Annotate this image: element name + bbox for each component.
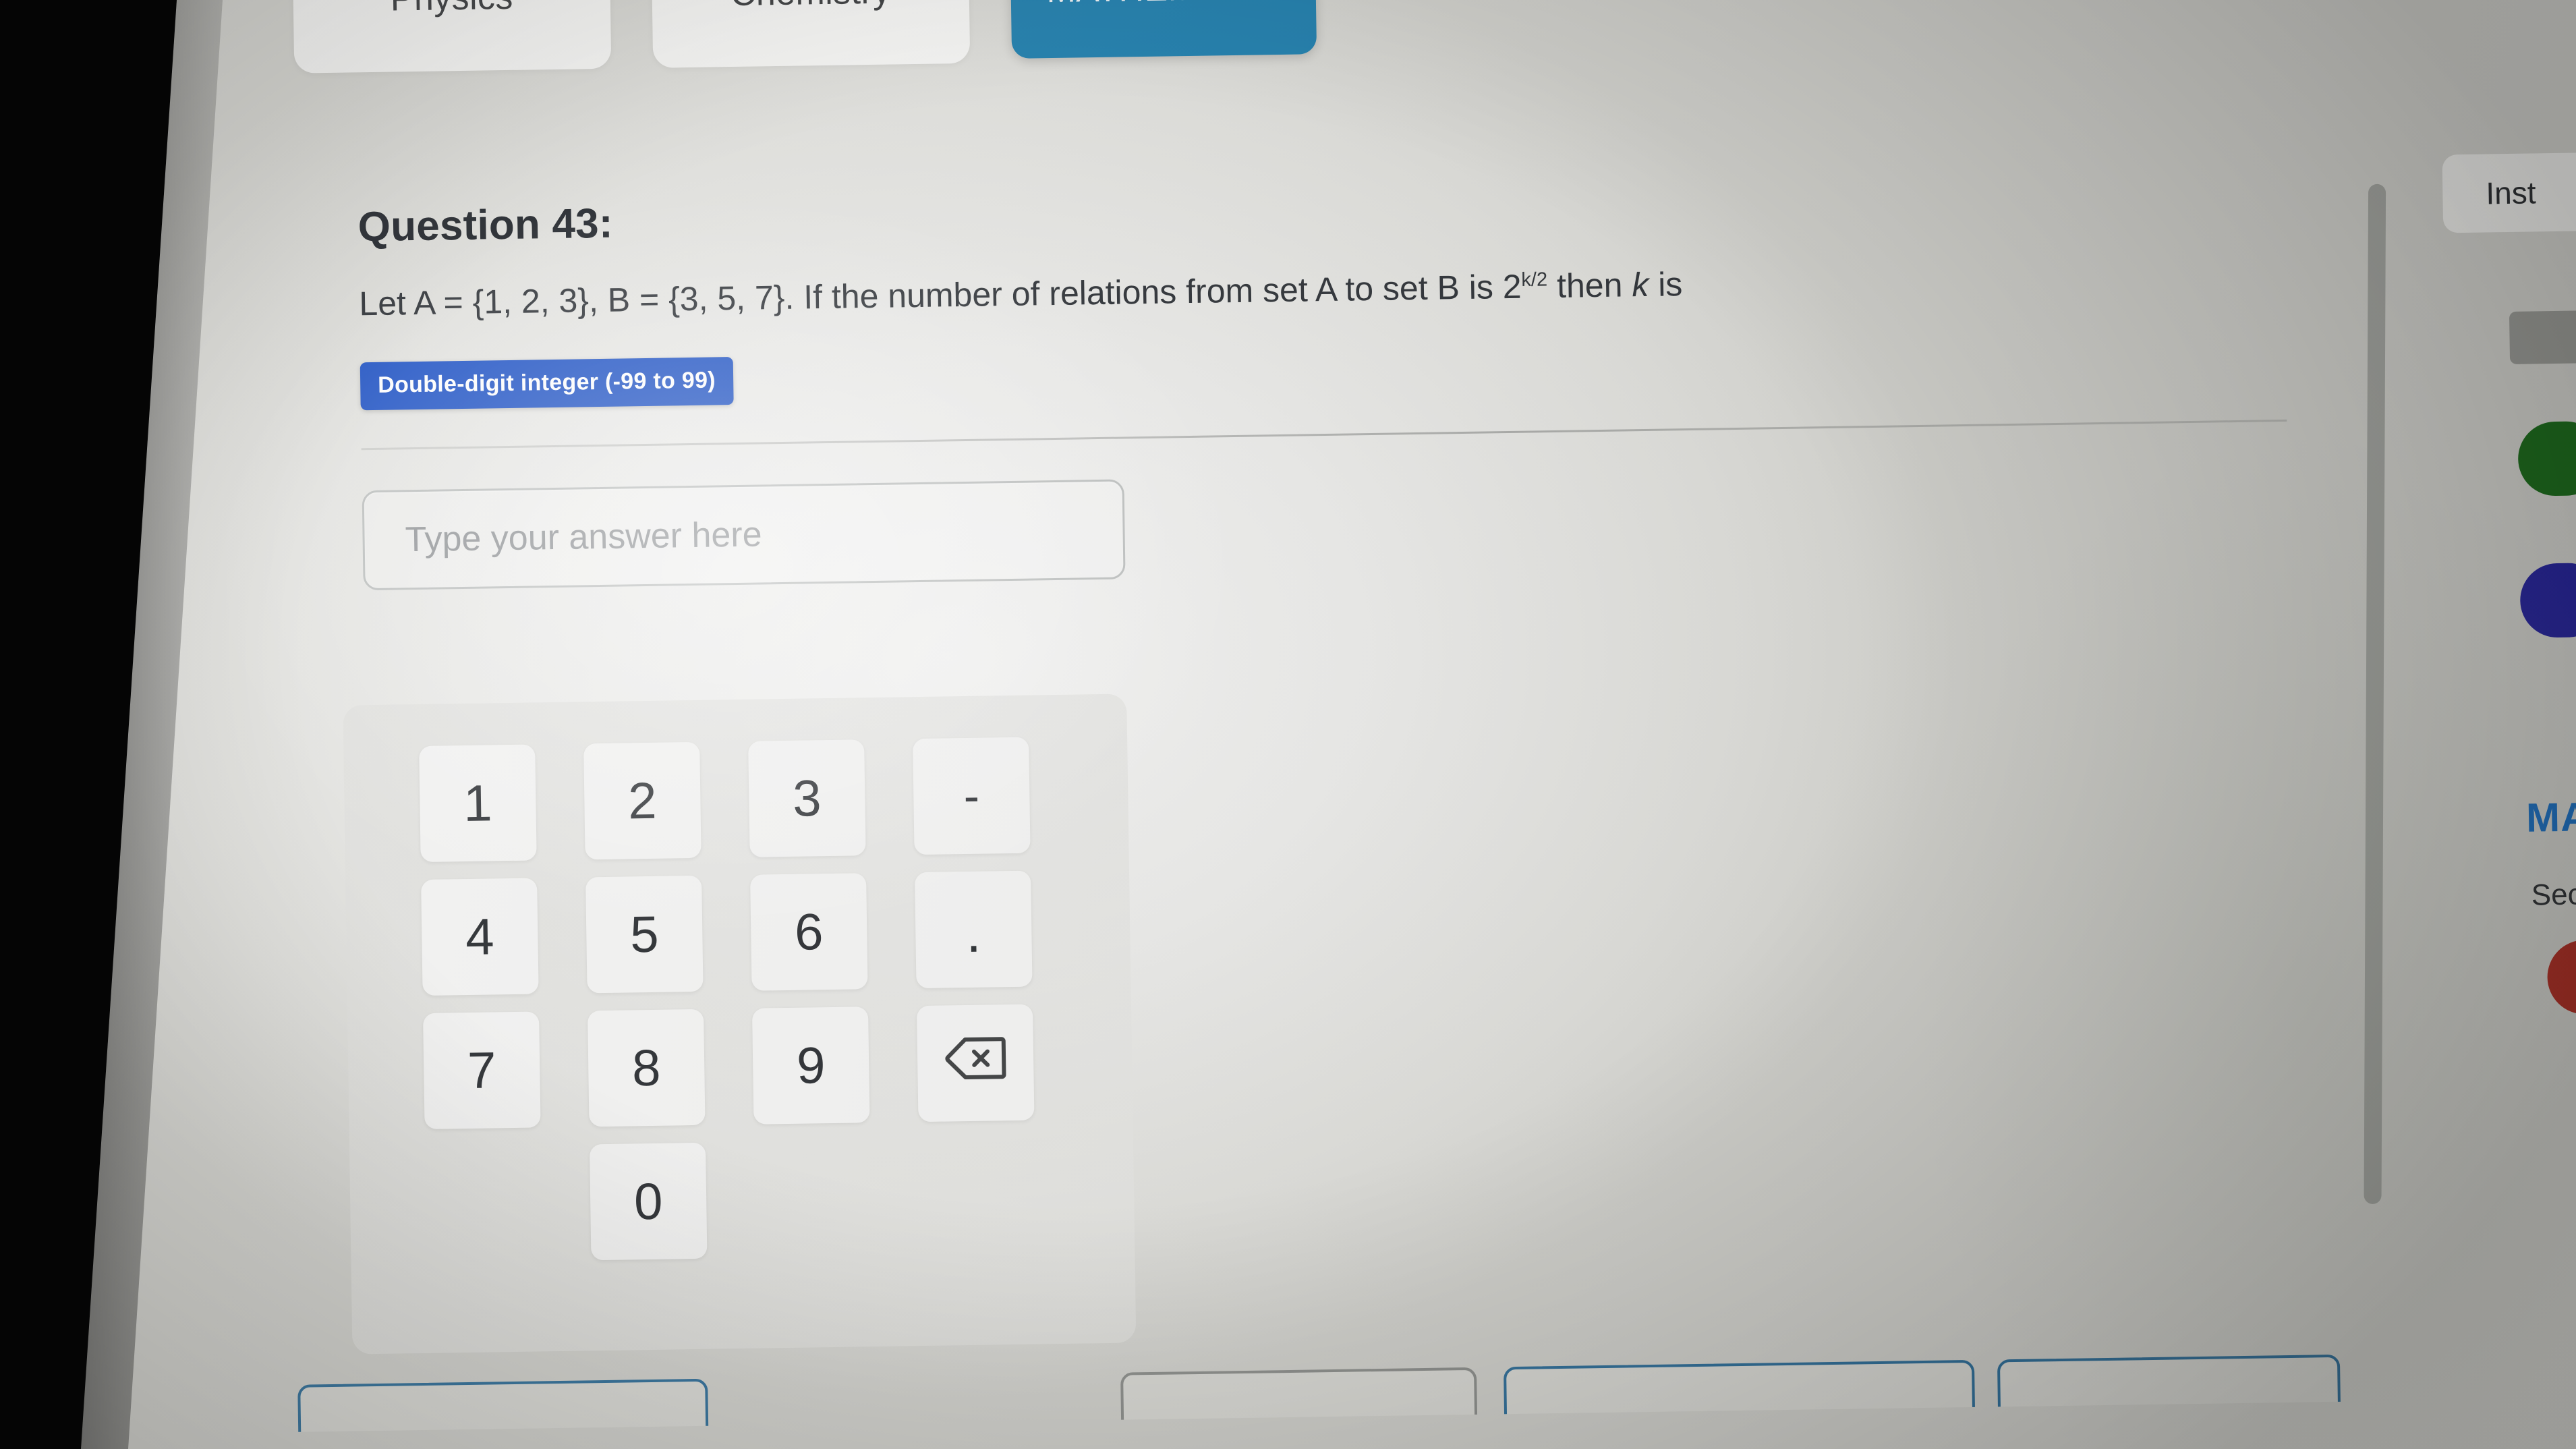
bottom-action-bar <box>0 1344 2557 1437</box>
key-minus[interactable]: - <box>913 737 1031 855</box>
key-2[interactable]: 2 <box>583 741 702 860</box>
numeric-keypad-grid: 1 2 3 - 4 5 6 . 7 8 9 0 <box>419 737 1036 1263</box>
instructions-tab-label: Inst <box>2485 175 2536 211</box>
key-1[interactable]: 1 <box>419 744 537 863</box>
section-subheading: Sec <box>2531 878 2576 912</box>
key-decimal[interactable]: . <box>915 870 1033 989</box>
key-6-label: 6 <box>794 903 824 961</box>
footer-button-4[interactable] <box>1997 1354 2341 1437</box>
vertical-scrollbar[interactable] <box>2364 183 2386 1216</box>
key-minus-label: - <box>963 769 980 823</box>
tab-mathematics-label: MATHEMATI... <box>1046 0 1280 11</box>
scrollbar-thumb[interactable] <box>2364 183 2386 1204</box>
key-4-label: 4 <box>465 907 495 966</box>
numeric-keypad: 1 2 3 - 4 5 6 . 7 8 9 0 <box>343 693 1137 1355</box>
tab-chemistry-label: Chemistry <box>730 0 891 14</box>
question-stem: Let A = {1, 2, 3}, B = {3, 5, 7}. If the… <box>359 267 1522 323</box>
section-divider <box>361 419 2287 451</box>
answer-input[interactable]: Type your answer here <box>362 479 1126 591</box>
answer-input-placeholder: Type your answer here <box>405 515 762 560</box>
key-8[interactable]: 8 <box>588 1008 706 1127</box>
question-text: Let A = {1, 2, 3}, B = {3, 5, 7}. If the… <box>359 254 2316 324</box>
footer-button-3[interactable] <box>1503 1359 1976 1437</box>
key-1-label: 1 <box>463 774 493 832</box>
key-9-label: 9 <box>796 1036 826 1095</box>
question-tail: is <box>1648 265 1683 304</box>
answer-type-badge: Double-digit integer (-99 to 99) <box>360 357 734 411</box>
key-5[interactable]: 5 <box>585 875 704 994</box>
backspace-icon <box>944 1033 1007 1093</box>
key-9[interactable]: 9 <box>751 1006 870 1125</box>
key-6[interactable]: 6 <box>750 873 868 991</box>
key-7[interactable]: 7 <box>423 1011 541 1129</box>
question-number-badge <box>2546 939 2576 1015</box>
key-3[interactable]: 3 <box>748 739 866 857</box>
status-legend-answered <box>2517 420 2576 496</box>
footer-button-2[interactable] <box>1120 1367 1478 1437</box>
footer-button-1[interactable] <box>297 1378 710 1437</box>
photographed-screen: Physics Chemistry MATHEMATI... Question … <box>0 0 2576 1449</box>
subject-tabbar: Physics Chemistry MATHEMATI... <box>291 0 1317 74</box>
status-legend-not-visited <box>2509 310 2576 364</box>
key-8-label: 8 <box>631 1039 662 1097</box>
question-title: Question 43: <box>357 200 614 251</box>
tab-chemistry[interactable]: Chemistry <box>650 0 971 68</box>
key-3-label: 3 <box>792 769 822 828</box>
key-7-label: 7 <box>467 1041 497 1100</box>
status-legend-marked-review <box>2519 562 2576 638</box>
question-exponent: k/2 <box>1521 268 1548 291</box>
question-panel: Question 43: Let A = {1, 2, 3}, B = {3, … <box>357 174 2319 591</box>
key-0-label: 0 <box>633 1172 663 1230</box>
right-sidebar: Inst MA Sec <box>2442 152 2576 1016</box>
section-heading: MA <box>2525 794 2576 841</box>
tab-physics[interactable]: Physics <box>291 0 612 74</box>
screen-surface: Physics Chemistry MATHEMATI... Question … <box>0 0 2576 1449</box>
key-backspace[interactable] <box>916 1004 1035 1123</box>
key-5-label: 5 <box>629 905 660 963</box>
question-variable: k <box>1631 265 1649 304</box>
instructions-tab[interactable]: Inst <box>2442 152 2576 233</box>
key-2-label: 2 <box>627 772 658 830</box>
tab-mathematics[interactable]: MATHEMATI... <box>1009 0 1317 59</box>
question-then: then <box>1547 266 1632 306</box>
key-4[interactable]: 4 <box>421 878 539 996</box>
tab-physics-label: Physics <box>390 0 513 20</box>
key-0[interactable]: 0 <box>589 1142 708 1261</box>
key-decimal-label: . <box>965 903 982 964</box>
